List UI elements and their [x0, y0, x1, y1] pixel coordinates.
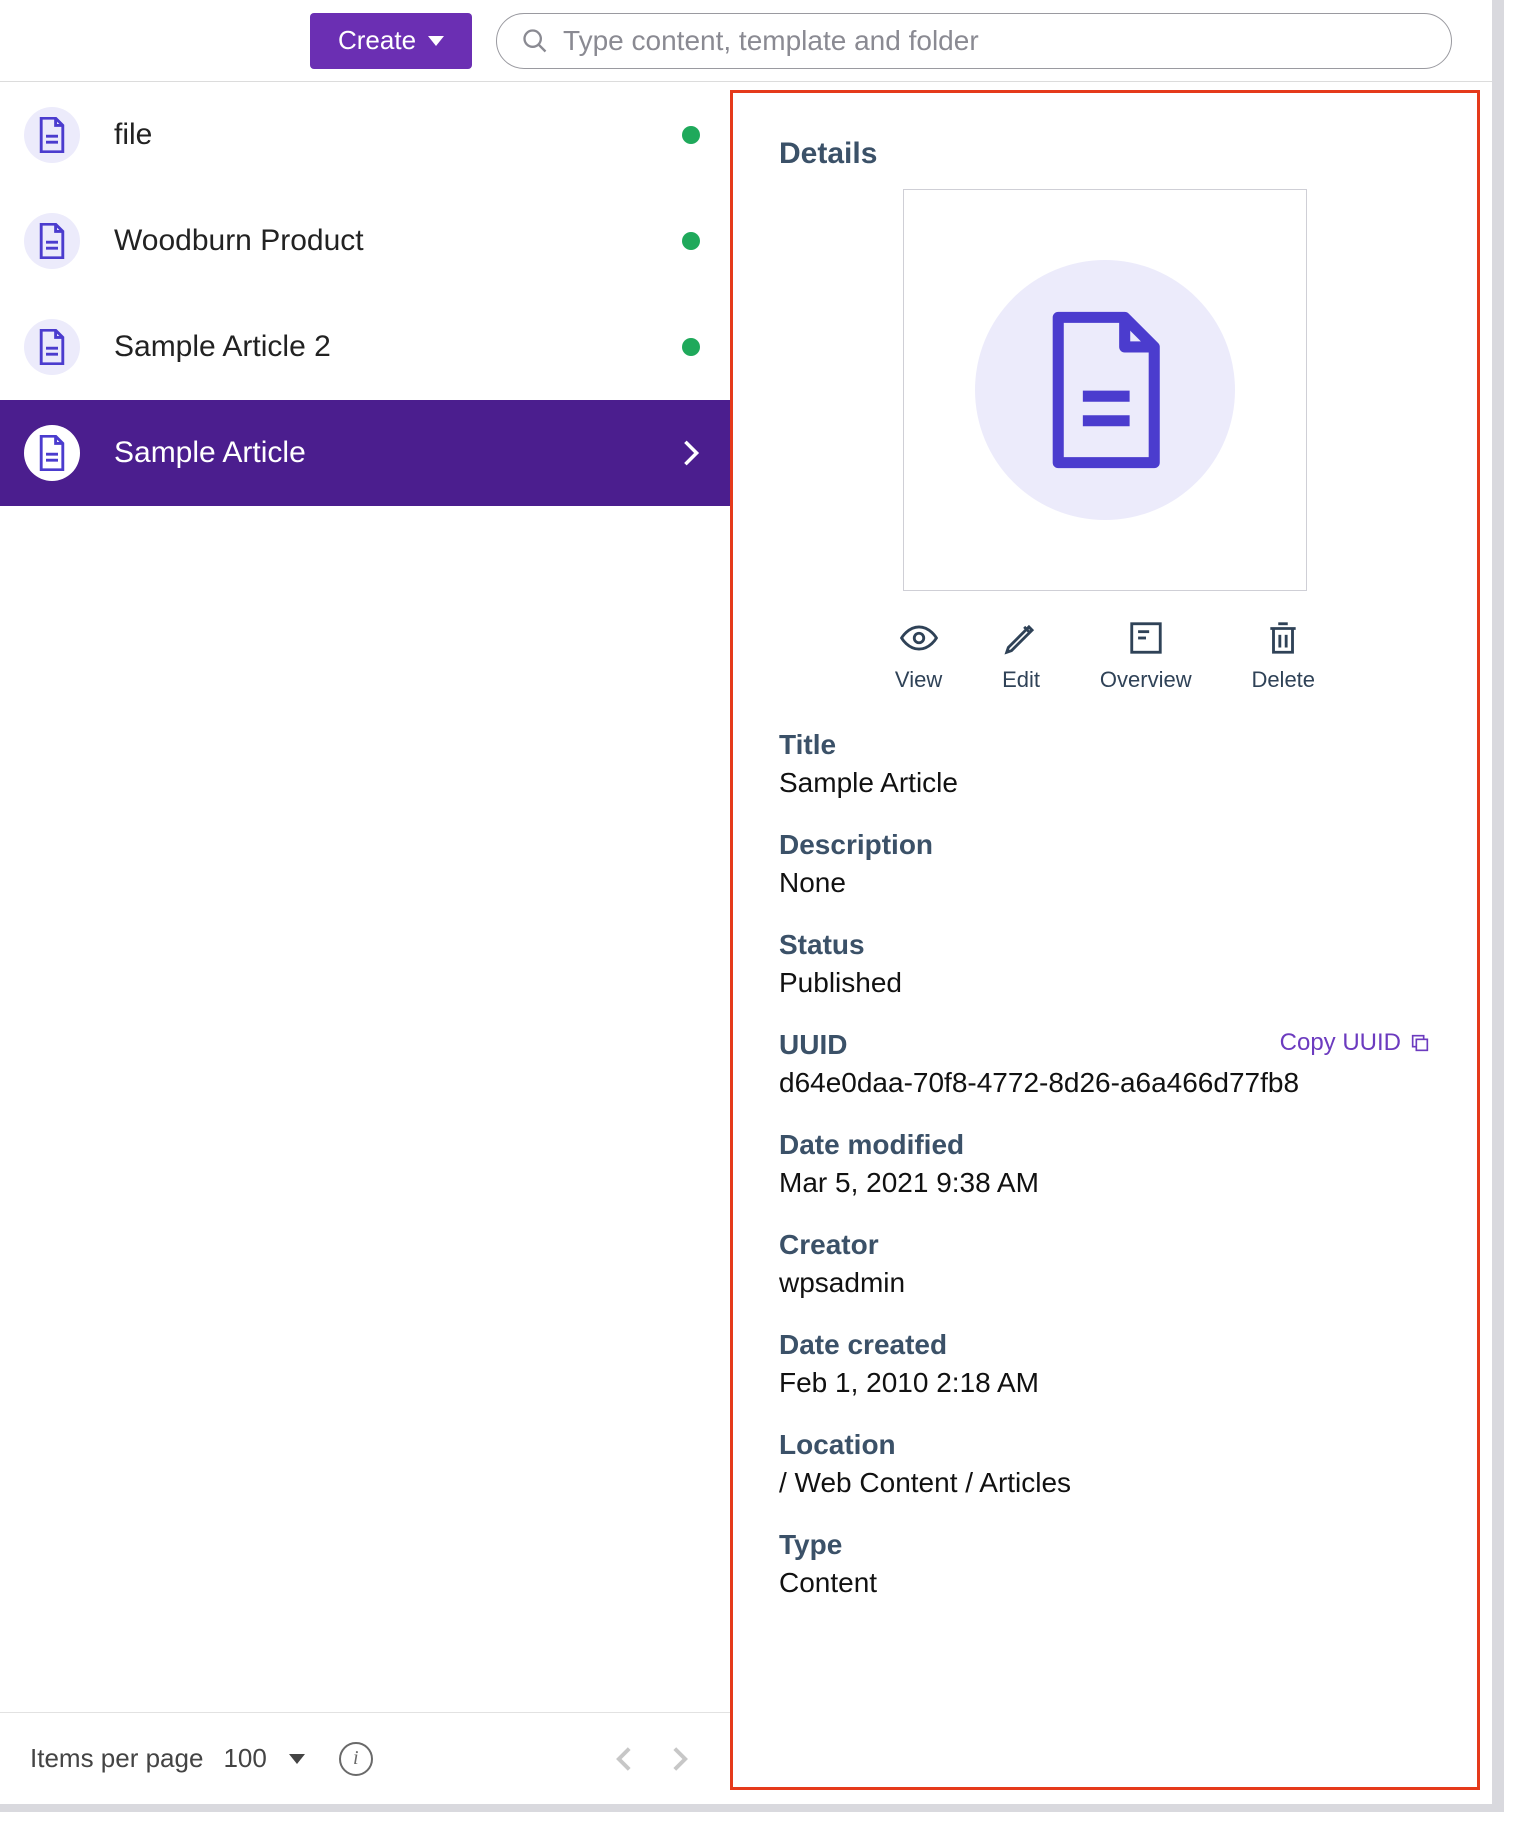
status-dot-published — [682, 232, 700, 250]
create-button[interactable]: Create — [310, 13, 472, 69]
document-icon — [24, 425, 80, 481]
delete-button[interactable]: Delete — [1251, 619, 1315, 693]
copy-uuid-button[interactable]: Copy UUID — [1280, 1029, 1431, 1057]
action-row: View Edit Overview Delete — [865, 619, 1345, 693]
field-value: Sample Article — [779, 767, 1431, 799]
overview-button[interactable]: Overview — [1100, 619, 1192, 693]
content-list: file Woodburn Product Sample Article 2 — [0, 82, 730, 1712]
field-label: Date modified — [779, 1129, 1431, 1161]
field-label: Creator — [779, 1229, 1431, 1261]
list-item[interactable]: Sample Article 2 — [0, 294, 730, 400]
document-icon — [24, 213, 80, 269]
list-item-label: Sample Article — [114, 436, 648, 470]
field-type: Type Content — [779, 1529, 1431, 1599]
eye-icon — [900, 619, 938, 657]
content-list-column: file Woodburn Product Sample Article 2 — [0, 82, 730, 1804]
items-per-page-value[interactable]: 100 — [223, 1743, 266, 1774]
search-field[interactable] — [496, 13, 1452, 69]
status-dot-published — [682, 338, 700, 356]
details-heading: Details — [779, 137, 1431, 171]
field-value: Feb 1, 2010 2:18 AM — [779, 1367, 1431, 1399]
search-icon — [521, 27, 549, 55]
list-item-label: Sample Article 2 — [114, 330, 648, 364]
field-value: Content — [779, 1567, 1431, 1599]
field-value: d64e0daa-70f8-4772-8d26-a6a466d77fb8 — [779, 1067, 1431, 1099]
field-value: / Web Content / Articles — [779, 1467, 1431, 1499]
copy-uuid-label: Copy UUID — [1280, 1029, 1401, 1057]
status-dot-published — [682, 126, 700, 144]
field-uuid: UUID Copy UUID d64e0daa-70f8-4772-8d26-a… — [779, 1029, 1431, 1099]
field-title: Title Sample Article — [779, 729, 1431, 799]
trash-icon — [1264, 619, 1302, 657]
field-label: UUID — [779, 1029, 847, 1061]
copy-icon — [1409, 1032, 1431, 1054]
field-description: Description None — [779, 829, 1431, 899]
list-item-selected[interactable]: Sample Article — [0, 400, 730, 506]
action-label: View — [895, 667, 942, 693]
field-value: Published — [779, 967, 1431, 999]
top-toolbar: Create — [0, 0, 1492, 82]
list-item[interactable]: file — [0, 82, 730, 188]
pagination-bar: Items per page 100 i — [0, 1712, 730, 1804]
field-value: None — [779, 867, 1431, 899]
field-value: Mar 5, 2021 9:38 AM — [779, 1167, 1431, 1199]
edit-button[interactable]: Edit — [1002, 619, 1040, 693]
list-item-label: Woodburn Product — [114, 224, 648, 258]
items-per-page-label: Items per page — [30, 1743, 203, 1774]
field-date-created: Date created Feb 1, 2010 2:18 AM — [779, 1329, 1431, 1399]
field-label: Title — [779, 729, 1431, 761]
preview-thumbnail — [903, 189, 1307, 591]
pencil-icon — [1002, 619, 1040, 657]
field-label: Location — [779, 1429, 1431, 1461]
list-item-label: file — [114, 118, 648, 152]
field-value: wpsadmin — [779, 1267, 1431, 1299]
document-icon — [24, 107, 80, 163]
action-label: Delete — [1251, 667, 1315, 693]
info-icon[interactable]: i — [339, 1742, 373, 1776]
chevron-down-icon[interactable] — [289, 1754, 305, 1764]
field-date-modified: Date modified Mar 5, 2021 9:38 AM — [779, 1129, 1431, 1199]
action-label: Overview — [1100, 667, 1192, 693]
page-prev-button[interactable] — [604, 1739, 644, 1779]
page-next-button[interactable] — [660, 1739, 700, 1779]
document-icon-large — [975, 260, 1235, 520]
field-label: Date created — [779, 1329, 1431, 1361]
chevron-down-icon — [428, 36, 444, 46]
view-button[interactable]: View — [895, 619, 942, 693]
field-label: Status — [779, 929, 1431, 961]
action-label: Edit — [1002, 667, 1040, 693]
search-input[interactable] — [563, 25, 1427, 57]
document-icon — [24, 319, 80, 375]
field-label: Description — [779, 829, 1431, 861]
field-status: Status Published — [779, 929, 1431, 999]
chevron-right-icon — [682, 439, 700, 467]
details-panel: Details View Edi — [730, 90, 1480, 1790]
field-location: Location / Web Content / Articles — [779, 1429, 1431, 1499]
create-button-label: Create — [338, 25, 416, 56]
field-label: Type — [779, 1529, 1431, 1561]
overview-icon — [1127, 619, 1165, 657]
list-item[interactable]: Woodburn Product — [0, 188, 730, 294]
field-creator: Creator wpsadmin — [779, 1229, 1431, 1299]
